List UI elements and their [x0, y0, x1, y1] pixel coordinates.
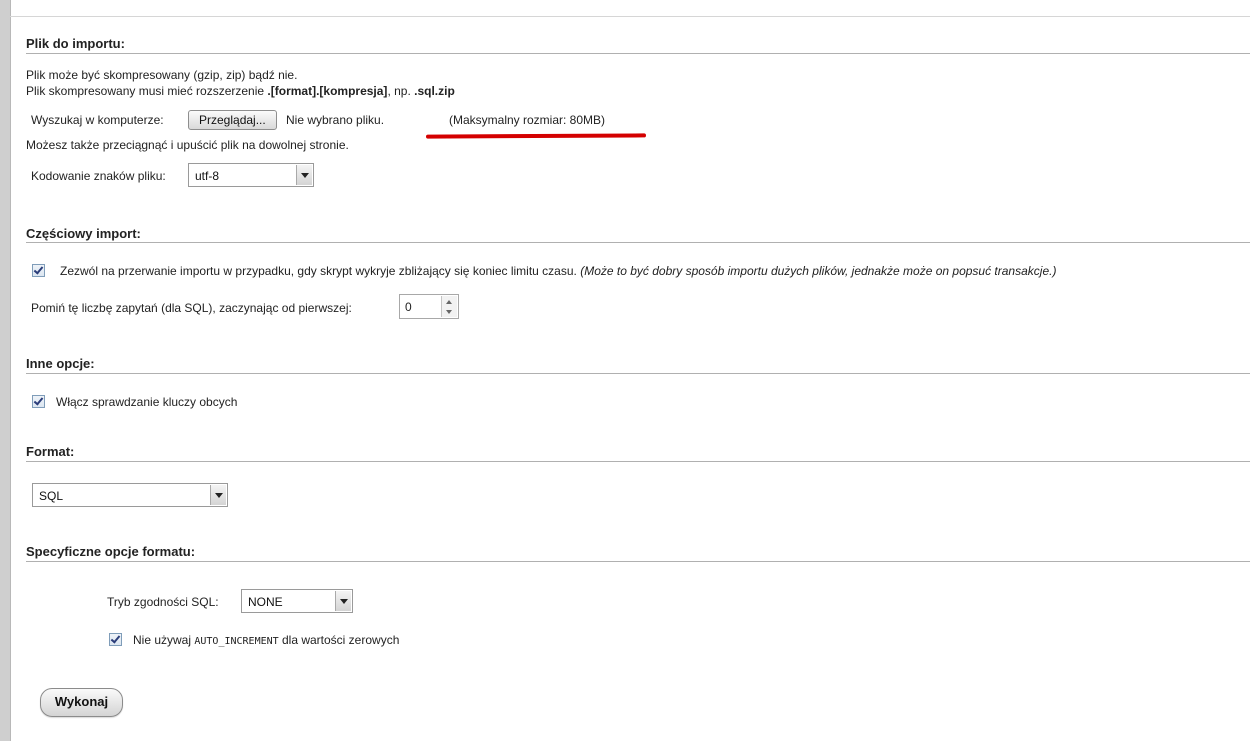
section-title-partial-import: Częściowy import:: [26, 226, 141, 241]
max-size-text: (Maksymalny rozmiar: 80MB): [449, 113, 606, 127]
extension-example: .sql.zip: [414, 84, 455, 98]
chevron-down-icon[interactable]: [335, 591, 351, 611]
no-auto-increment-label: Nie używaj AUTO_INCREMENT dla wartości z…: [133, 633, 399, 647]
format-select[interactable]: SQL: [32, 483, 228, 507]
section-divider: [26, 53, 1250, 54]
allow-interrupt-note: (Może to być dobry sposób importu dużych…: [580, 264, 1057, 278]
section-title-import-file: Plik do importu:: [26, 36, 125, 51]
red-annotation-underline: [425, 133, 647, 139]
allow-interrupt-label: Zezwól na przerwanie importu w przypadku…: [60, 264, 1056, 278]
extension-info: Plik skompresowany musi mieć rozszerzeni…: [26, 84, 455, 98]
submit-button[interactable]: Wykonaj: [40, 688, 123, 717]
browse-button[interactable]: Przeglądaj...: [188, 110, 277, 130]
browse-label: Wyszukaj w komputerze:: [31, 113, 164, 127]
extension-info-mid: , np.: [387, 84, 415, 98]
format-value: SQL: [39, 489, 64, 503]
compat-mode-select[interactable]: NONE: [241, 589, 353, 613]
charset-value: utf-8: [195, 169, 220, 183]
section-divider: [26, 461, 1250, 462]
skip-queries-spinner[interactable]: 0: [399, 294, 459, 319]
section-divider: [26, 561, 1250, 562]
chevron-down-icon[interactable]: [210, 485, 226, 505]
compression-info: Plik może być skompresowany (gzip, zip) …: [26, 68, 298, 82]
no-auto-increment-checkbox[interactable]: [109, 633, 122, 646]
no-file-text: Nie wybrano pliku.: [286, 113, 385, 127]
section-divider: [26, 242, 1250, 243]
drag-drop-hint: Możesz także przeciągnąć i upuścić plik …: [26, 138, 349, 152]
allow-interrupt-checkbox[interactable]: [32, 264, 45, 277]
extension-format: .[format].[kompresja]: [267, 84, 388, 98]
skip-queries-value: 0: [405, 300, 412, 314]
auto-increment-code: AUTO_INCREMENT: [194, 636, 279, 647]
no-auto-increment-suffix: dla wartości zerowych: [278, 633, 400, 647]
section-title-other-options: Inne opcje:: [26, 356, 95, 371]
no-auto-increment-prefix: Nie używaj: [133, 633, 195, 647]
foreign-keys-label: Włącz sprawdzanie kluczy obcych: [56, 395, 238, 409]
skip-queries-label: Pomiń tę liczbę zapytań (dla SQL), zaczy…: [31, 301, 352, 315]
compat-mode-value: NONE: [248, 595, 283, 609]
spinner-buttons[interactable]: [441, 296, 457, 317]
top-divider: [10, 16, 1250, 17]
chevron-down-icon[interactable]: [296, 165, 312, 185]
foreign-keys-checkbox[interactable]: [32, 395, 45, 408]
extension-info-prefix: Plik skompresowany musi mieć rozszerzeni…: [26, 84, 268, 98]
charset-label: Kodowanie znaków pliku:: [31, 169, 166, 183]
allow-interrupt-text: Zezwól na przerwanie importu w przypadku…: [60, 264, 577, 278]
import-page: Plik do importu: Plik może być skompreso…: [10, 0, 1250, 741]
section-divider: [26, 373, 1250, 374]
section-title-format: Format:: [26, 444, 75, 459]
charset-select[interactable]: utf-8: [188, 163, 314, 187]
section-title-format-specific: Specyficzne opcje formatu:: [26, 544, 196, 559]
compat-mode-label: Tryb zgodności SQL:: [107, 595, 219, 609]
